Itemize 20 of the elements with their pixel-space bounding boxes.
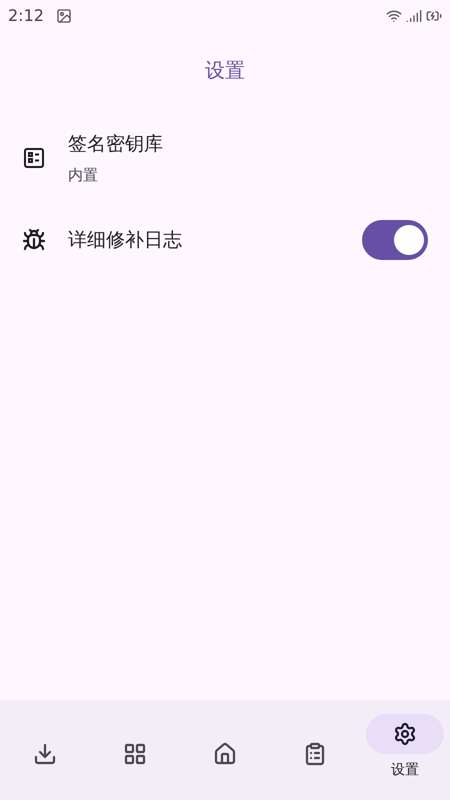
settings-row[interactable]: 详细修补日志 (0, 208, 450, 272)
status-time: 2:12 (8, 5, 44, 27)
clipboard-icon (303, 742, 327, 766)
page-title: 设置 (205, 57, 245, 84)
nav-item[interactable] (366, 714, 444, 754)
settings-row[interactable]: 签名密钥库 内置 (0, 108, 450, 208)
bug-icon (22, 228, 46, 252)
settings-icon (393, 722, 417, 746)
image-icon (56, 8, 72, 24)
home-icon (213, 742, 237, 766)
setting-value: 内置 (68, 165, 99, 186)
nav-label: 设置 (391, 761, 419, 780)
setting-title: 详细修补日志 (68, 228, 183, 253)
download-icon (33, 742, 57, 766)
list-card-icon (22, 146, 46, 170)
toggle-switch[interactable] (362, 220, 428, 260)
signal-icon (406, 8, 422, 24)
grid-icon (123, 742, 147, 766)
setting-title: 签名密钥库 (68, 132, 164, 156)
wifi-icon (386, 8, 402, 24)
